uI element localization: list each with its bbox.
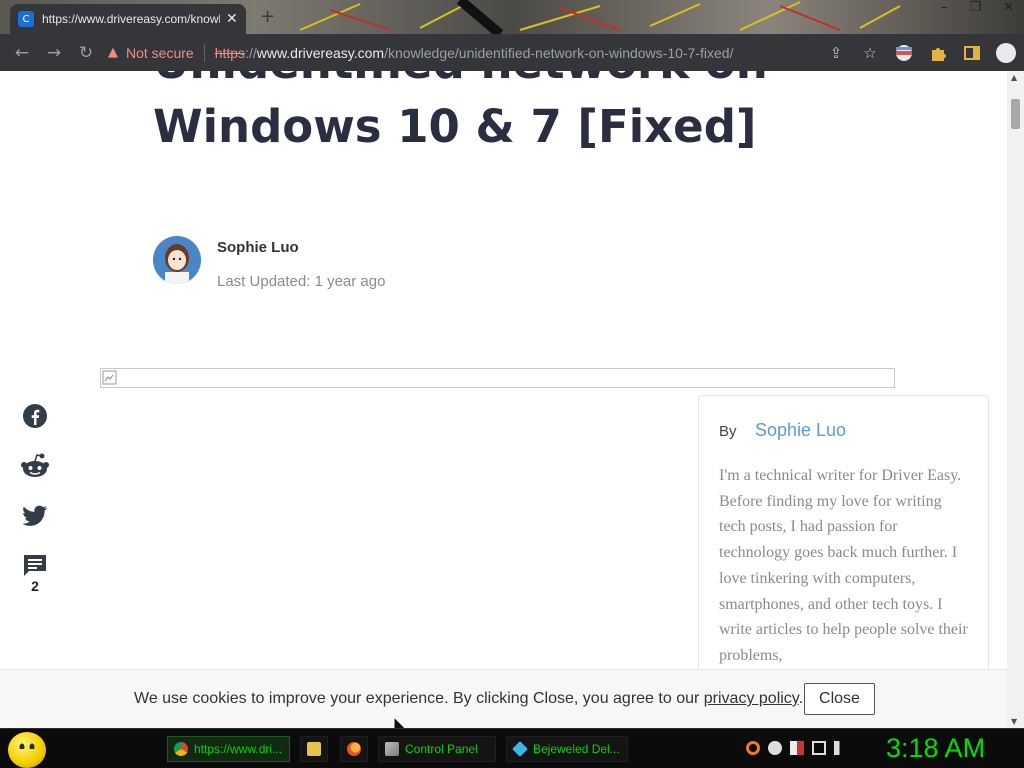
taskbar-item-folder[interactable]: [300, 736, 328, 762]
network-icon[interactable]: [812, 741, 826, 755]
browser-tab-active[interactable]: C https://www.drivereasy.com/knowledge/u…: [10, 4, 246, 34]
warning-triangle-icon: ▲: [108, 45, 118, 60]
sidepanel-icon[interactable]: [962, 43, 982, 63]
window-controls: – ❐ ✕: [941, 0, 1014, 15]
gem-icon: [512, 741, 528, 757]
cookie-close-button[interactable]: Close: [804, 683, 875, 715]
start-button-smiley-icon[interactable]: [8, 732, 46, 768]
facebook-share-button[interactable]: [20, 401, 50, 431]
taskbar-item-label: https://www.dri...: [194, 742, 283, 756]
search-icon[interactable]: [746, 741, 760, 755]
folder-icon: [307, 742, 321, 756]
article-title: Unidentified network on Windows 10 & 7 […: [153, 71, 768, 159]
taskbar-item-firefox[interactable]: [340, 736, 368, 762]
flag-icon[interactable]: [790, 741, 804, 755]
comments-button[interactable]: [20, 550, 50, 580]
control-panel-icon: [385, 742, 399, 756]
os-taskbar: https://www.dri... Control Panel Bejewel…: [0, 728, 1024, 768]
taskbar-item-control-panel[interactable]: Control Panel: [378, 736, 496, 762]
profile-icon[interactable]: [996, 42, 1016, 63]
last-updated: Last Updated: 1 year ago: [217, 273, 386, 290]
toolbar-icons: ⇪ ☆: [826, 34, 1016, 71]
bookmark-star-icon[interactable]: ☆: [860, 43, 880, 63]
taskbar-item-label: Bejeweled Del...: [533, 742, 620, 756]
taskbar-item-bejeweled[interactable]: Bejeweled Del...: [506, 736, 628, 762]
url-scheme: https: [214, 44, 246, 61]
cookie-banner: We use cookies to improve your experienc…: [0, 669, 1007, 728]
author-name[interactable]: Sophie Luo: [217, 239, 299, 256]
reddit-icon: [21, 453, 49, 477]
comment-icon: [24, 555, 46, 576]
article-title-line1: Unidentified network on: [153, 71, 768, 95]
forward-icon[interactable]: →: [38, 43, 70, 63]
share-icon[interactable]: ⇪: [826, 43, 846, 63]
taskbar-item-label: Control Panel: [405, 742, 478, 756]
author-box-by-label: By: [719, 423, 737, 440]
back-icon[interactable]: ←: [6, 43, 38, 63]
author-avatar[interactable]: [153, 236, 201, 284]
address-bar[interactable]: ▲ Not secure https://www.drivereasy.com /…: [108, 39, 778, 66]
scroll-up-arrow-icon[interactable]: ▲: [1011, 73, 1017, 82]
browser-titlebar: C https://www.drivereasy.com/knowledge/u…: [0, 0, 1024, 34]
broken-image-icon: [102, 370, 117, 385]
tab-title: https://www.drivereasy.com/knowledge/uni…: [42, 12, 220, 26]
cookie-suffix: .: [798, 690, 804, 707]
flag-extension-icon[interactable]: [894, 43, 914, 63]
article-title-line2: Windows 10 & 7 [Fixed]: [153, 100, 757, 153]
chrome-icon: [174, 742, 188, 756]
restore-icon[interactable]: ❐: [969, 0, 981, 15]
reload-icon[interactable]: ↻: [70, 43, 102, 63]
twitter-share-button[interactable]: [20, 501, 50, 531]
scrollbar-thumb[interactable]: [1011, 99, 1020, 129]
puzzle-extensions-icon[interactable]: [928, 43, 948, 63]
reddit-share-button[interactable]: [20, 451, 50, 481]
messenger-icon[interactable]: [768, 741, 782, 755]
scroll-down-arrow-icon[interactable]: ▼: [1011, 717, 1017, 726]
system-tray: [746, 741, 848, 755]
security-status[interactable]: Not secure: [126, 45, 194, 61]
taskbar-item-chrome[interactable]: https://www.dri...: [167, 736, 290, 762]
omnibox-separator: [203, 43, 205, 62]
author-box-name-link[interactable]: Sophie Luo: [755, 420, 846, 440]
broken-image-placeholder: [100, 368, 895, 388]
taskbar-clock[interactable]: 3:18 AM: [886, 733, 985, 764]
cookie-text: We use cookies to improve your experienc…: [134, 690, 803, 708]
close-icon[interactable]: ✕: [1003, 0, 1014, 15]
twitter-icon: [22, 505, 48, 526]
firefox-icon: [347, 742, 361, 756]
web-page: Unidentified network on Windows 10 & 7 […: [0, 71, 1024, 728]
page-scrollbar[interactable]: ▲ ▼: [1007, 71, 1024, 728]
new-tab-button[interactable]: +: [260, 6, 275, 27]
browser-toolbar: ← → ↻ ▲ Not secure https://www.drivereas…: [0, 34, 1024, 71]
url-scheme-sep: ://: [245, 44, 257, 61]
url-domain: www.drivereasy.com: [256, 44, 385, 61]
minimize-icon[interactable]: –: [941, 0, 948, 15]
privacy-policy-link[interactable]: privacy policy: [704, 690, 799, 707]
author-bio: I'm a technical writer for Driver Easy. …: [719, 467, 968, 664]
driver-easy-favicon: C: [18, 11, 34, 27]
volume-icon[interactable]: [834, 741, 848, 755]
url-path: /knowledge/unidentified-network-on-windo…: [384, 44, 734, 61]
tab-close-icon[interactable]: ✕: [226, 11, 238, 27]
cookie-message: We use cookies to improve your experienc…: [134, 690, 704, 707]
facebook-icon: [23, 404, 47, 428]
comment-count[interactable]: 2: [20, 578, 50, 594]
